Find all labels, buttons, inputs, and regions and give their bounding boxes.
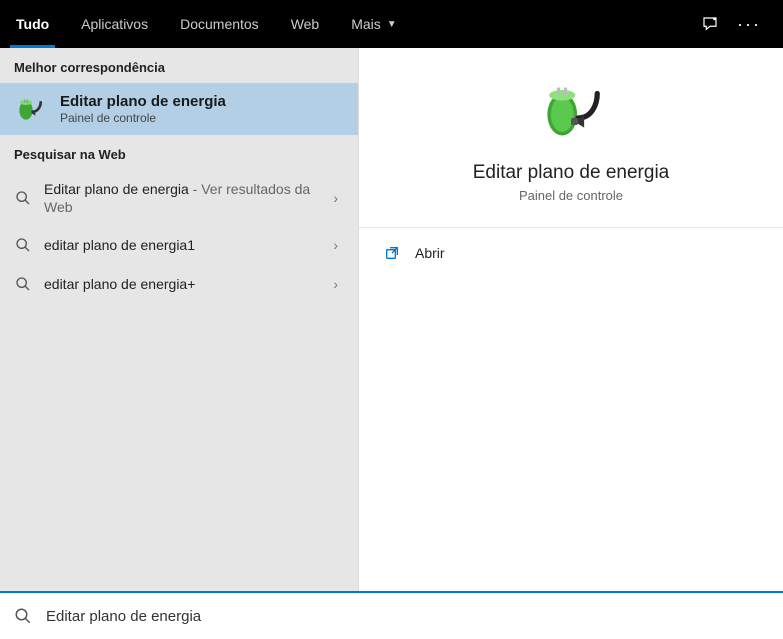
tab-more[interactable]: Mais ▼ bbox=[335, 0, 412, 48]
tab-label: Documentos bbox=[180, 16, 259, 32]
web-result-text: Editar plano de energia - Ver resultados… bbox=[44, 180, 315, 216]
best-match-subtitle: Painel de controle bbox=[60, 111, 226, 125]
chevron-right-icon[interactable]: › bbox=[327, 276, 344, 292]
top-right-controls: ··· bbox=[701, 0, 775, 48]
tab-web[interactable]: Web bbox=[275, 0, 336, 48]
best-match-result[interactable]: Editar plano de energia Painel de contro… bbox=[0, 83, 358, 135]
web-results-list: Editar plano de energia - Ver resultados… bbox=[0, 170, 358, 303]
best-match-text: Editar plano de energia Painel de contro… bbox=[60, 93, 226, 125]
tab-apps[interactable]: Aplicativos bbox=[65, 0, 164, 48]
web-result-item[interactable]: editar plano de energia+ › bbox=[0, 265, 358, 303]
web-result-text: editar plano de energia+ bbox=[44, 275, 315, 293]
feedback-icon[interactable] bbox=[701, 15, 719, 33]
preview-header: Editar plano de energia Painel de contro… bbox=[359, 48, 783, 228]
results-panel: Melhor correspondência Editar plano de e… bbox=[0, 48, 359, 591]
action-open-label: Abrir bbox=[415, 245, 445, 261]
tab-label: Mais bbox=[351, 16, 381, 32]
open-icon bbox=[383, 244, 401, 262]
search-icon bbox=[14, 607, 32, 625]
action-open[interactable]: Abrir bbox=[359, 228, 783, 278]
search-icon bbox=[14, 275, 32, 293]
tab-all[interactable]: Tudo bbox=[0, 0, 65, 48]
search-icon bbox=[14, 236, 32, 254]
preview-subtitle: Painel de controle bbox=[519, 188, 623, 203]
web-result-suffix: - Ver resultados da Web bbox=[44, 181, 310, 215]
preview-panel: Editar plano de energia Painel de contro… bbox=[359, 48, 783, 591]
section-web-header: Pesquisar na Web bbox=[0, 135, 358, 170]
chevron-right-icon[interactable]: › bbox=[327, 237, 344, 253]
section-best-match-header: Melhor correspondência bbox=[0, 48, 358, 83]
search-bar bbox=[0, 591, 783, 639]
power-plan-icon bbox=[14, 93, 46, 125]
chevron-right-icon[interactable]: › bbox=[327, 190, 344, 206]
tab-documents[interactable]: Documentos bbox=[164, 0, 275, 48]
search-input[interactable] bbox=[46, 608, 769, 625]
web-result-text: editar plano de energia1 bbox=[44, 236, 315, 254]
web-result-item[interactable]: Editar plano de energia - Ver resultados… bbox=[0, 170, 358, 226]
power-plan-icon-large bbox=[536, 76, 606, 146]
tabs: Tudo Aplicativos Documentos Web Mais ▼ bbox=[0, 0, 413, 48]
top-bar: Tudo Aplicativos Documentos Web Mais ▼ ·… bbox=[0, 0, 783, 48]
web-result-item[interactable]: editar plano de energia1 › bbox=[0, 226, 358, 264]
tab-label: Aplicativos bbox=[81, 16, 148, 32]
preview-title: Editar plano de energia bbox=[473, 162, 669, 184]
best-match-title: Editar plano de energia bbox=[60, 93, 226, 110]
chevron-down-icon: ▼ bbox=[387, 19, 397, 30]
more-options-icon[interactable]: ··· bbox=[737, 14, 761, 35]
tab-label: Web bbox=[291, 16, 320, 32]
main-content: Melhor correspondência Editar plano de e… bbox=[0, 48, 783, 591]
tab-label: Tudo bbox=[16, 16, 49, 32]
search-icon bbox=[14, 189, 32, 207]
